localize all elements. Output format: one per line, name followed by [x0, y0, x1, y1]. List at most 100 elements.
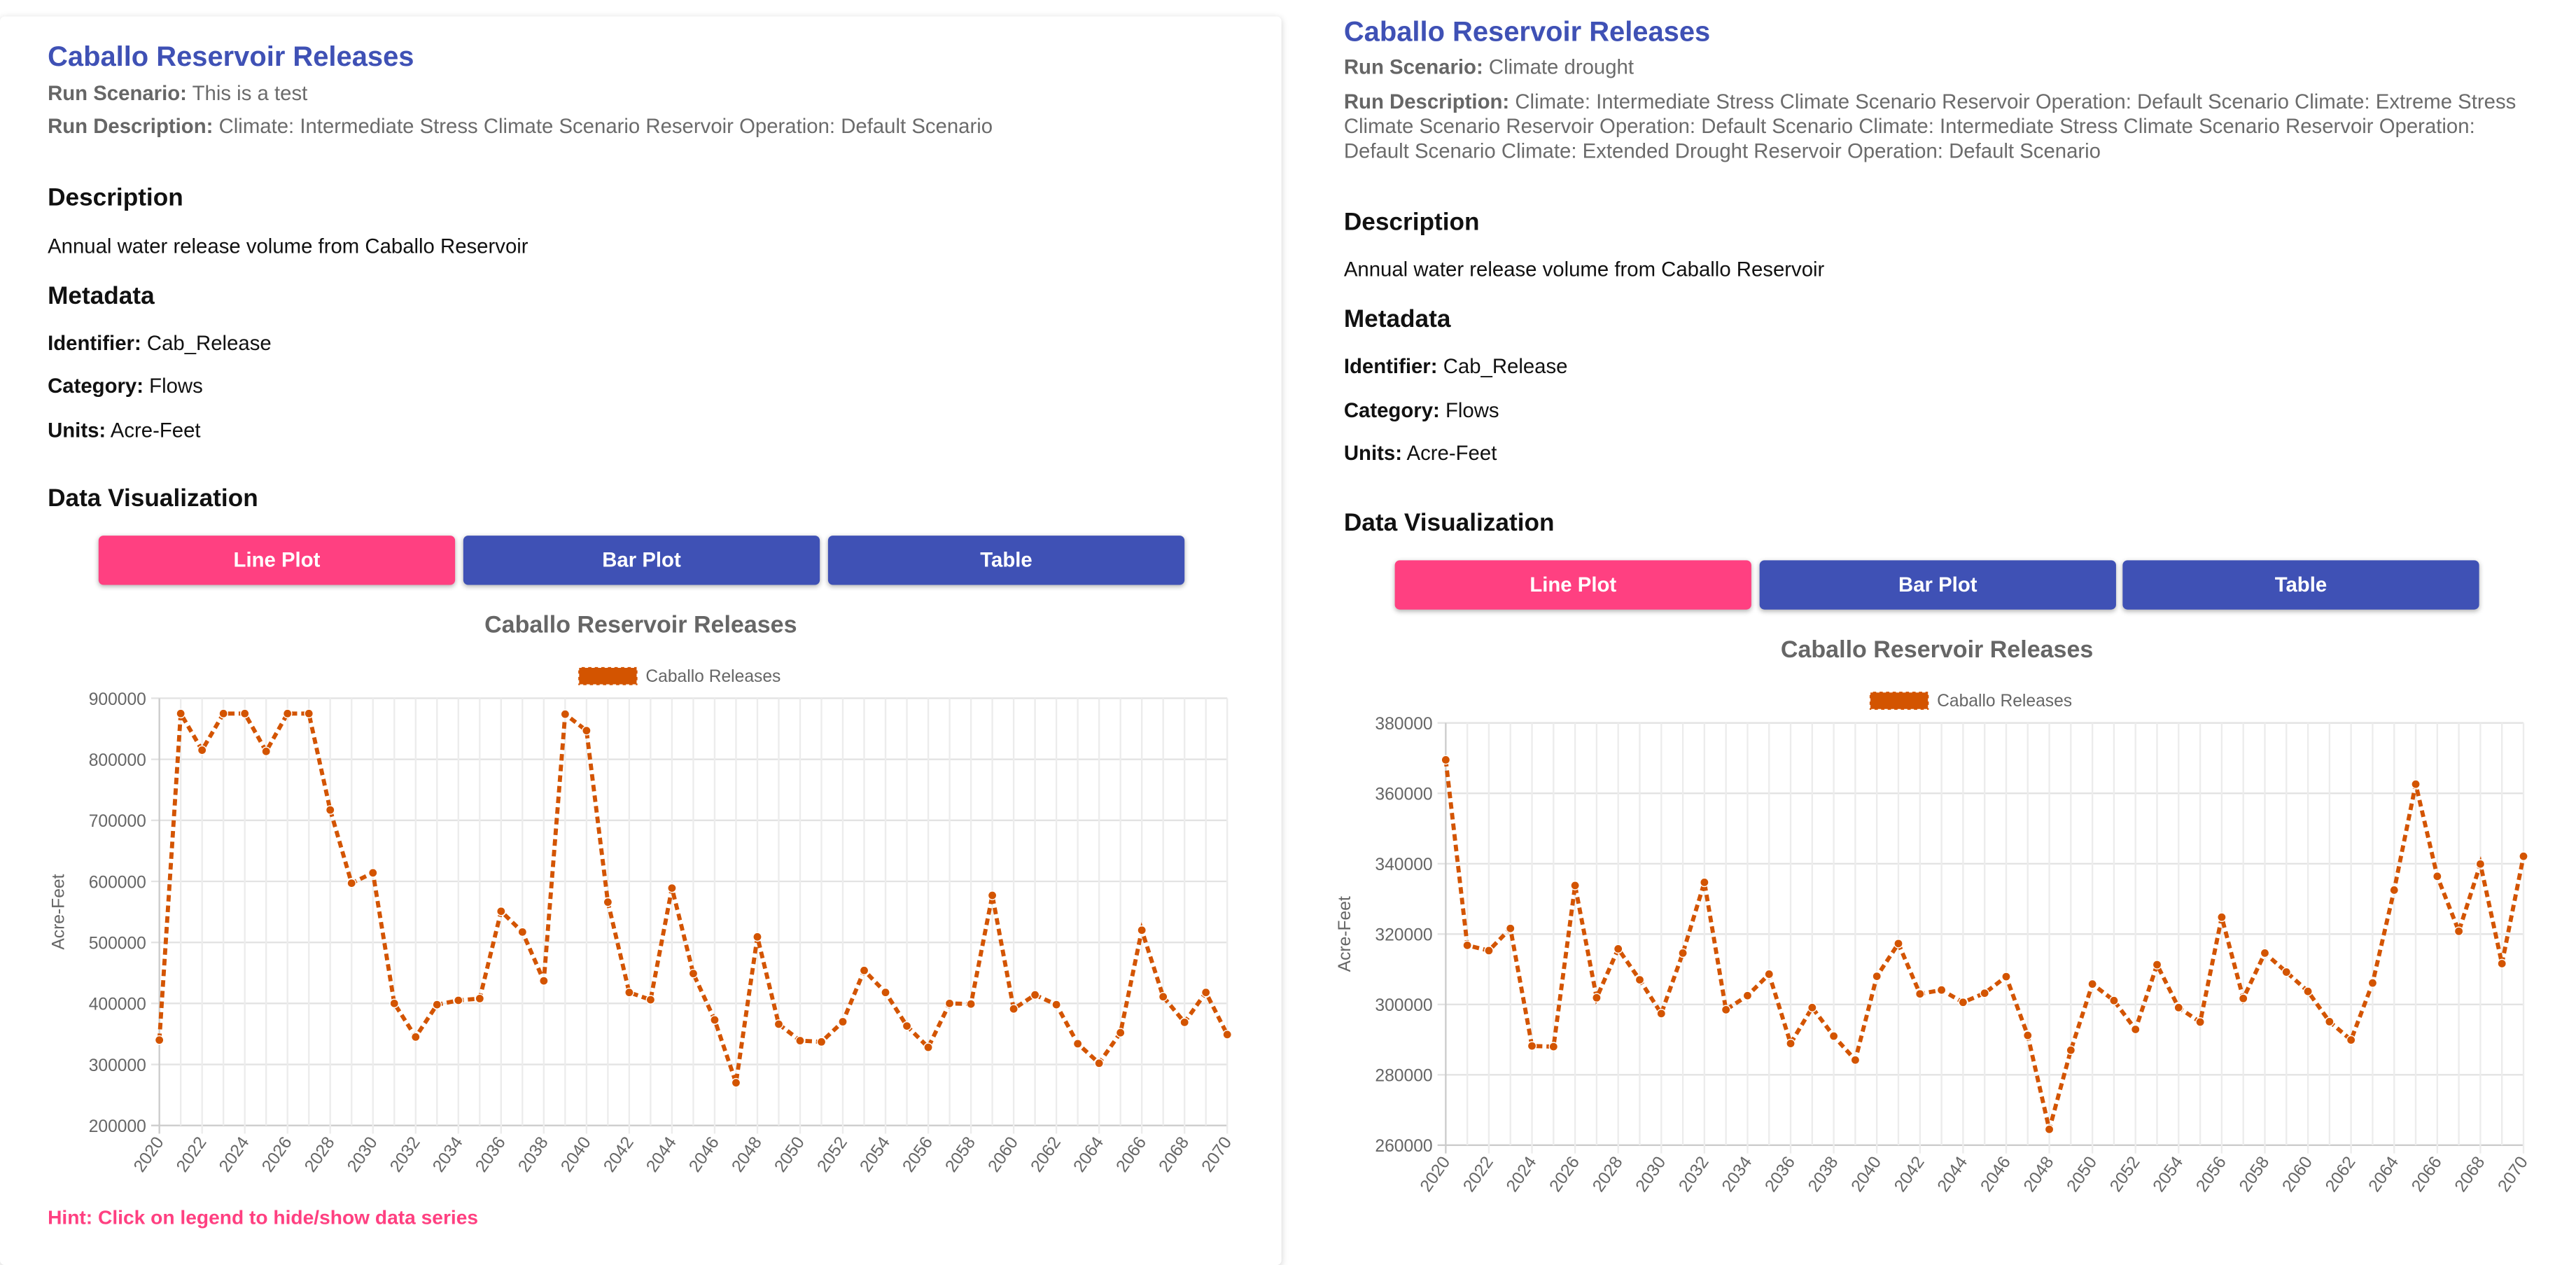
data-point — [645, 995, 656, 1005]
x-tick-label: 2056 — [2192, 1153, 2230, 1195]
data-point — [1656, 1009, 1667, 1019]
data-point — [710, 1015, 720, 1025]
y-tick-label: 400000 — [89, 995, 146, 1014]
x-tick-label: 2032 — [386, 1133, 424, 1175]
data-point — [539, 976, 549, 986]
data-point — [1072, 1039, 1083, 1049]
data-point — [752, 932, 762, 942]
y-tick-label: 500000 — [89, 935, 146, 953]
data-point — [2281, 967, 2292, 977]
data-point — [1505, 923, 1516, 934]
data-point — [1051, 1000, 1061, 1009]
x-tick-label: 2060 — [985, 1133, 1023, 1175]
data-point — [218, 708, 228, 719]
data-point — [2303, 986, 2313, 997]
x-tick-label: 2036 — [1761, 1153, 1799, 1195]
y-tick-label: 300000 — [1375, 996, 1432, 1015]
data-point — [2325, 1016, 2334, 1027]
data-point — [1548, 1042, 1559, 1051]
data-point — [1158, 991, 1168, 1002]
x-tick-label: 2064 — [2365, 1153, 2403, 1195]
y-tick-label: 800000 — [89, 751, 146, 770]
data-point — [368, 867, 378, 878]
x-tick-label: 2026 — [258, 1133, 296, 1175]
data-point — [966, 999, 976, 1009]
data-point — [2087, 979, 2097, 989]
data-point — [1893, 939, 1903, 949]
data-point — [2130, 1024, 2141, 1035]
data-point — [2066, 1045, 2076, 1055]
data-point — [838, 1016, 848, 1027]
data-point — [1958, 997, 1968, 1007]
data-point — [624, 987, 634, 998]
data-point — [1484, 946, 1494, 956]
data-point — [1850, 1055, 1861, 1065]
data-point — [282, 708, 293, 719]
data-point — [688, 968, 699, 979]
legend-label[interactable]: Caballo Releases — [1937, 692, 2072, 711]
x-tick-label: 2060 — [2278, 1153, 2316, 1195]
right-result-panel: Caballo Reservoir Releases Run Scenario:… — [1298, 0, 2576, 1214]
x-tick-label: 2064 — [1070, 1133, 1108, 1175]
x-tick-label: 2058 — [941, 1133, 979, 1175]
y-tick-label: 340000 — [1375, 855, 1432, 874]
x-tick-label: 2030 — [344, 1133, 382, 1175]
data-point — [1786, 1038, 1795, 1049]
data-point — [944, 998, 955, 1009]
x-tick-label: 2020 — [130, 1133, 168, 1175]
x-tick-label: 2044 — [643, 1133, 680, 1175]
x-tick-label: 2024 — [216, 1133, 253, 1175]
data-point — [859, 965, 869, 976]
data-point — [261, 746, 272, 757]
x-tick-label: 2046 — [1977, 1153, 2015, 1195]
x-tick-label: 2024 — [1503, 1153, 1541, 1195]
data-point — [1936, 985, 1947, 995]
data-point — [1222, 1029, 1233, 1040]
x-tick-label: 2054 — [2150, 1153, 2188, 1195]
y-tick-label: 300000 — [89, 1056, 146, 1075]
data-point — [197, 745, 207, 755]
data-point — [923, 1042, 933, 1052]
data-point — [2217, 912, 2227, 922]
x-tick-label: 2020 — [1417, 1153, 1455, 1195]
x-tick-label: 2062 — [2322, 1153, 2360, 1195]
data-point — [1030, 990, 1040, 1000]
line-chart[interactable]: Caballo Releases 260000 280000 300000 320000… — [1298, 0, 2576, 1214]
x-tick-label: 2038 — [514, 1133, 552, 1175]
x-tick-label: 2050 — [2064, 1153, 2101, 1195]
data-point — [560, 709, 570, 719]
x-tick-label: 2042 — [600, 1133, 638, 1175]
x-tick-label: 2036 — [472, 1133, 510, 1175]
y-axis-label: Acre-Feet — [1336, 896, 1354, 972]
x-tick-label: 2068 — [1156, 1133, 1194, 1175]
data-point — [2044, 1124, 2054, 1135]
data-point — [774, 1019, 784, 1029]
x-tick-label: 2030 — [1632, 1153, 1670, 1195]
x-tick-label: 2044 — [1934, 1153, 1972, 1195]
legend-label[interactable]: Caballo Releases — [645, 667, 780, 686]
data-point — [1137, 925, 1147, 935]
data-point — [1678, 948, 1688, 958]
x-tick-label: 2042 — [1891, 1153, 1928, 1195]
data-point — [582, 725, 592, 736]
data-point — [2195, 1017, 2205, 1027]
data-point — [239, 708, 250, 719]
data-point — [1094, 1058, 1104, 1068]
x-tick-label: 2056 — [899, 1133, 937, 1175]
data-point — [731, 1077, 741, 1088]
data-point — [325, 805, 335, 815]
data-point — [1527, 1041, 1537, 1051]
data-point — [2411, 779, 2421, 789]
line-chart[interactable]: Caballo Releases 200000 300000 400000 500000… — [0, 16, 1282, 1232]
x-tick-label: 2052 — [2106, 1153, 2144, 1195]
x-tick-label: 2034 — [1718, 1153, 1756, 1195]
y-tick-label: 200000 — [89, 1117, 146, 1136]
data-point — [1180, 1017, 1189, 1028]
data-point — [1570, 881, 1580, 890]
data-point — [2152, 960, 2162, 970]
x-tick-label: 2046 — [685, 1133, 723, 1175]
x-tick-label: 2070 — [1198, 1133, 1236, 1175]
data-point — [1441, 755, 1451, 765]
x-tick-label: 2028 — [1589, 1153, 1627, 1195]
data-point — [667, 883, 677, 893]
